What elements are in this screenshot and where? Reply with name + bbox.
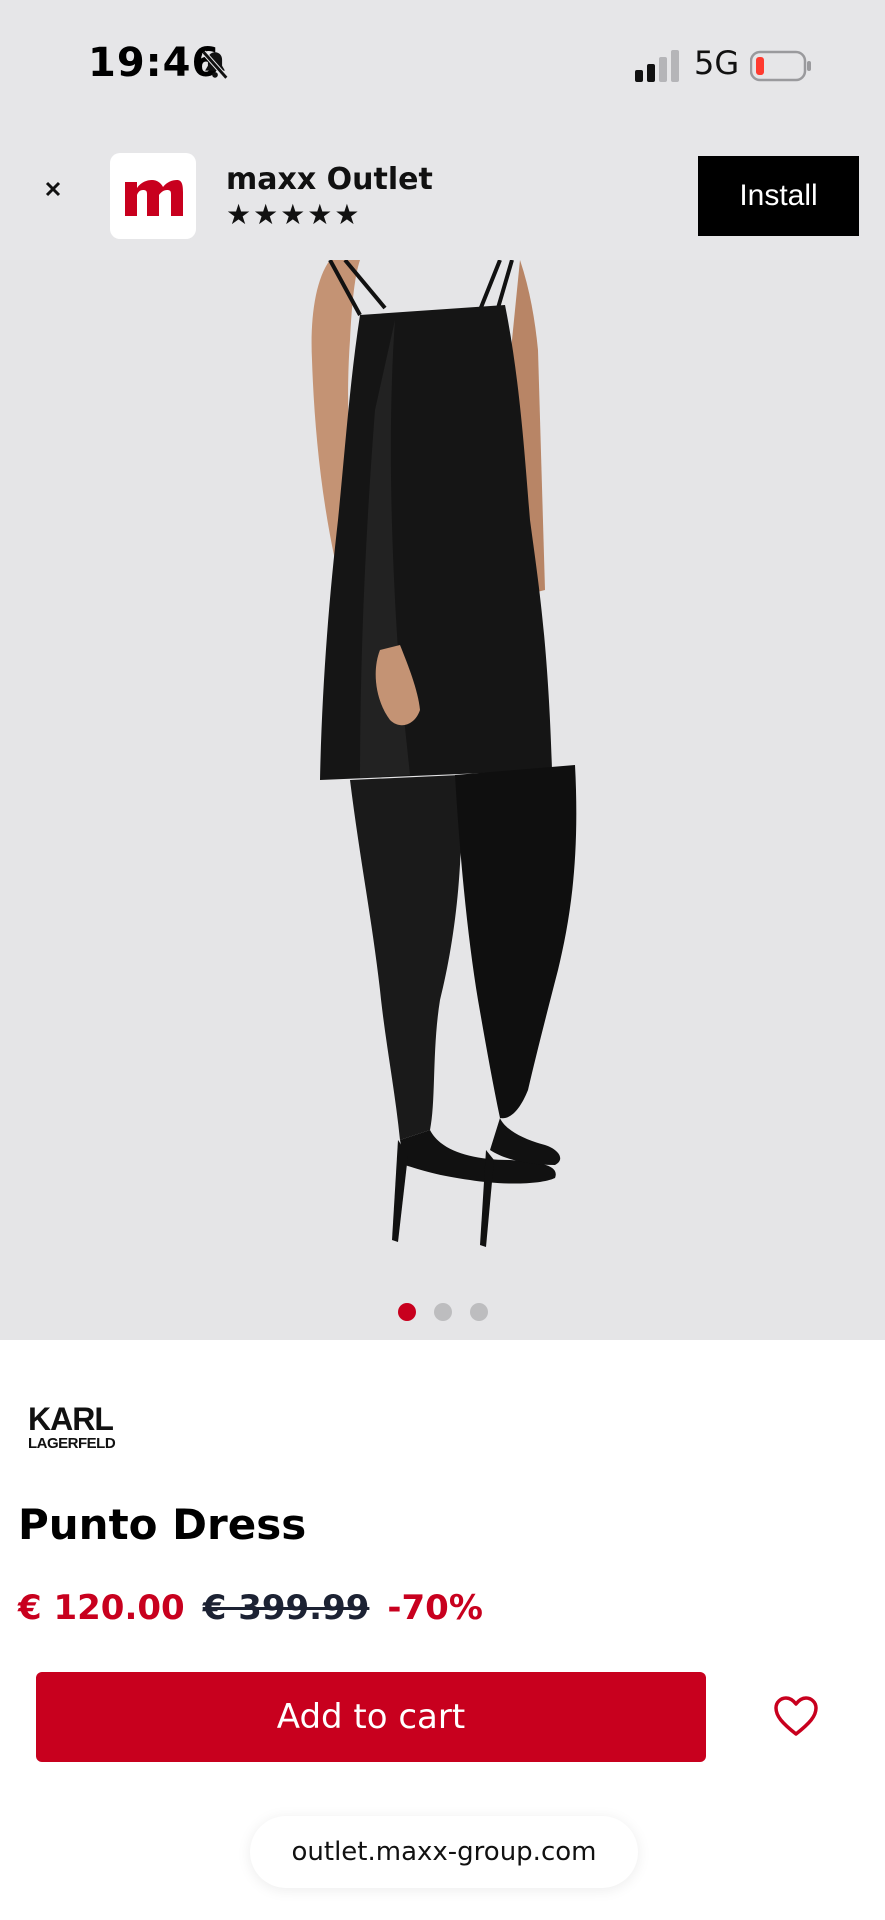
- install-button[interactable]: Install: [698, 156, 859, 236]
- brand-logo[interactable]: KARL LAGERFELD: [28, 1400, 138, 1452]
- price-current: € 120.00: [18, 1588, 185, 1628]
- maxx-m-logo-icon: [125, 180, 183, 216]
- app-name: maxx Outlet: [226, 162, 433, 197]
- signal-icon: [635, 50, 679, 82]
- battery-low-icon: [750, 50, 811, 82]
- product-photo: [311, 260, 577, 1247]
- carousel-dots: [0, 1303, 885, 1323]
- carousel-dot-1[interactable]: [397, 1303, 416, 1321]
- carousel-dot-2[interactable]: [433, 1303, 452, 1321]
- close-icon[interactable]: [36, 172, 70, 206]
- carousel-dot-3[interactable]: [469, 1303, 488, 1321]
- bell-slash-icon: [201, 50, 229, 80]
- brand-logo-top: KARL: [28, 1401, 113, 1437]
- add-to-cart-button[interactable]: Add to cart: [36, 1672, 706, 1762]
- app-logo: [110, 153, 196, 239]
- heart-icon[interactable]: [772, 1694, 820, 1738]
- product-image[interactable]: [0, 260, 885, 1340]
- status-bar: 19:46 5G: [0, 0, 885, 130]
- browser-url-bar[interactable]: outlet.maxx-group.com: [250, 1816, 638, 1888]
- brand-logo-bottom: LAGERFELD: [28, 1435, 116, 1452]
- network-type: 5G: [694, 44, 740, 82]
- discount-badge: -70%: [387, 1588, 483, 1628]
- rating-stars: ★★★★★: [226, 198, 362, 231]
- price-original: € 399.99: [202, 1588, 370, 1628]
- app-install-banner: maxx Outlet ★★★★★ Install: [0, 130, 885, 260]
- product-title: Punto Dress: [18, 1500, 307, 1549]
- url-text: outlet.maxx-group.com: [291, 1837, 597, 1867]
- price-row: € 120.00 € 399.99 -70%: [18, 1588, 483, 1628]
